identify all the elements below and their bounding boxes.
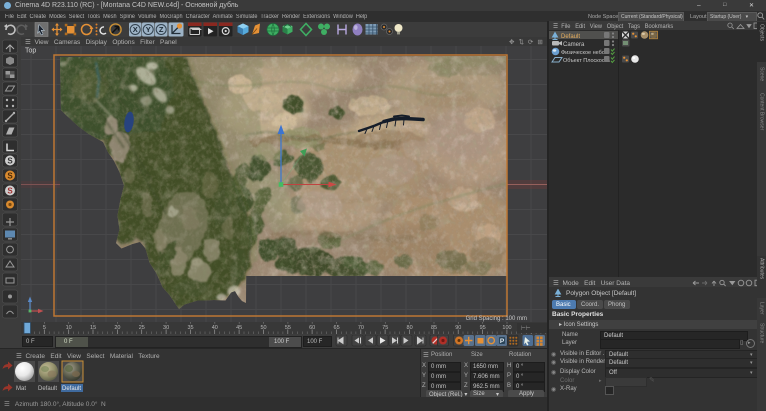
svg-text:Default: Default (561, 34, 580, 40)
svg-text:Физическое небо: Физическое небо (561, 50, 605, 56)
svg-text:Default: Default (38, 386, 57, 392)
svg-text:⊢⊢: ⊢⊢ (521, 325, 531, 332)
svg-text:X: X (133, 25, 138, 34)
svg-text:Объект Плоскость: Объект Плоскость (563, 58, 610, 64)
svg-text:S: S (7, 172, 13, 181)
svg-text:Z: Z (159, 25, 164, 34)
svg-text:Default: Default (62, 386, 81, 392)
svg-text:Top: Top (25, 48, 36, 55)
svg-text:Mat: Mat (16, 386, 26, 392)
svg-text:P: P (500, 338, 505, 345)
svg-text:S: S (7, 187, 13, 196)
svg-text:Y: Y (146, 25, 151, 34)
svg-text:S: S (7, 157, 13, 166)
svg-text:Camera: Camera (563, 42, 585, 48)
